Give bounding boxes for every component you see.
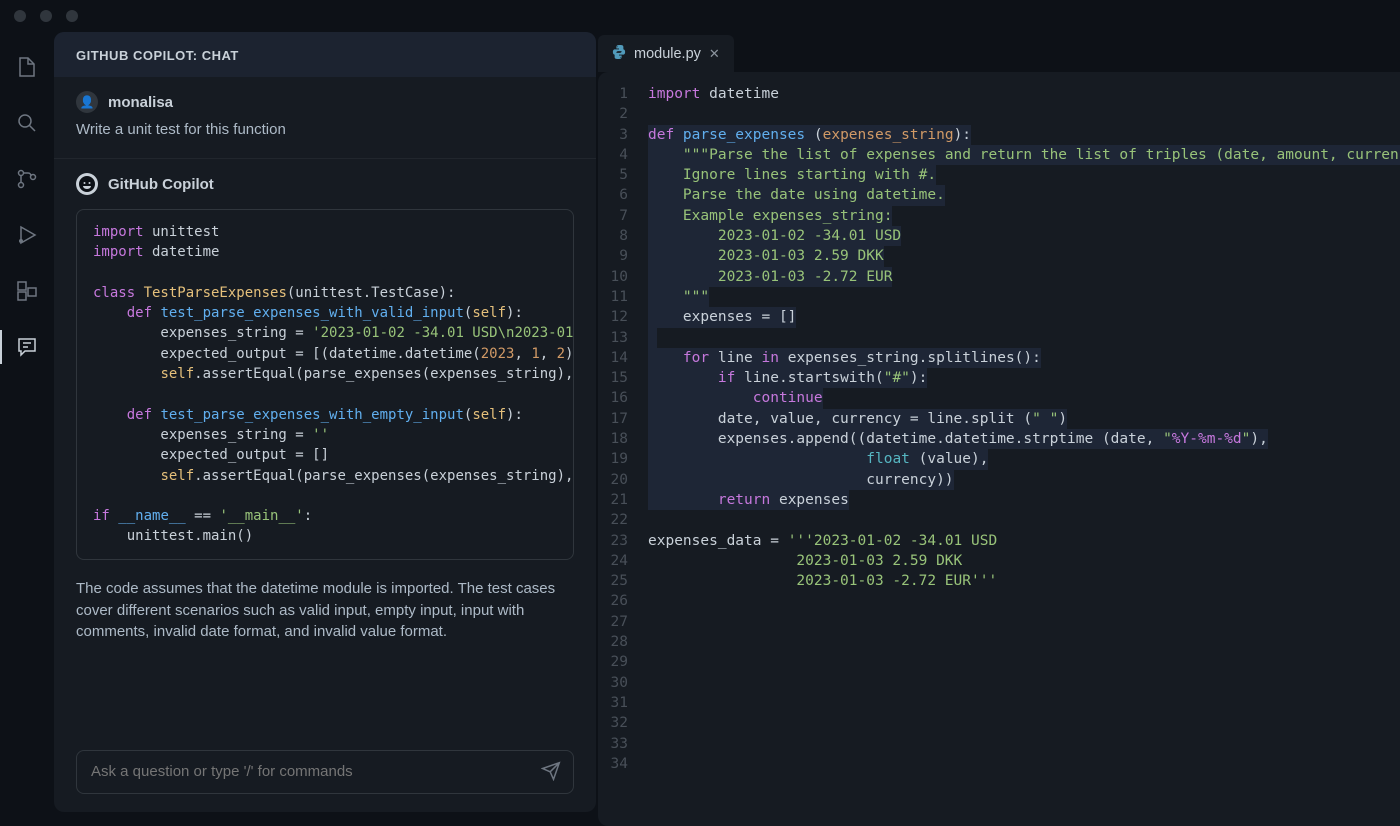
divider [54, 158, 596, 159]
line-number: 9 [598, 246, 628, 266]
line-number: 15 [598, 368, 628, 388]
editor-tab[interactable]: module.py ✕ [598, 35, 734, 72]
line-number: 28 [598, 632, 628, 652]
chat-header: GITHUB COPILOT: CHAT [54, 32, 596, 77]
line-number: 16 [598, 388, 628, 408]
search-icon[interactable] [14, 110, 40, 136]
line-number: 33 [598, 734, 628, 754]
line-number: 12 [598, 307, 628, 327]
line-number: 3 [598, 125, 628, 145]
line-number: 26 [598, 591, 628, 611]
line-number: 8 [598, 226, 628, 246]
line-number: 20 [598, 470, 628, 490]
line-number: 27 [598, 612, 628, 632]
python-icon [612, 45, 626, 62]
line-number: 22 [598, 510, 628, 530]
line-number: 13 [598, 328, 628, 348]
line-number: 5 [598, 165, 628, 185]
line-number: 6 [598, 185, 628, 205]
close-icon[interactable]: ✕ [709, 46, 720, 62]
files-icon[interactable] [14, 54, 40, 80]
line-number: 7 [598, 206, 628, 226]
line-number: 14 [598, 348, 628, 368]
line-number: 10 [598, 267, 628, 287]
copilot-avatar [76, 173, 98, 195]
extensions-icon[interactable] [14, 278, 40, 304]
traffic-light-minimize[interactable] [40, 10, 52, 22]
tab-bar: module.py ✕ [598, 32, 1400, 72]
line-number: 2 [598, 104, 628, 124]
line-number: 32 [598, 713, 628, 733]
line-number: 24 [598, 551, 628, 571]
line-gutter: 1234567891011121314151617181920212223242… [598, 84, 648, 826]
chat-input[interactable] [91, 763, 525, 780]
debug-icon[interactable] [14, 222, 40, 248]
window-titlebar [0, 0, 1400, 32]
line-number: 18 [598, 429, 628, 449]
git-icon[interactable] [14, 166, 40, 192]
line-number: 29 [598, 652, 628, 672]
traffic-light-close[interactable] [14, 10, 26, 22]
tab-filename: module.py [634, 46, 701, 62]
line-number: 31 [598, 693, 628, 713]
line-number: 17 [598, 409, 628, 429]
assistant-code-block[interactable]: import unittestimport datetime class Tes… [76, 209, 574, 560]
traffic-light-maximize[interactable] [66, 10, 78, 22]
assistant-explanation: The code assumes that the datetime modul… [76, 578, 574, 643]
line-number: 30 [598, 673, 628, 693]
send-icon[interactable] [541, 761, 561, 786]
assistant-name: GitHub Copilot [108, 176, 214, 193]
line-number: 23 [598, 531, 628, 551]
line-number: 1 [598, 84, 628, 104]
user-message: Write a unit test for this function [76, 121, 574, 138]
editor-area: module.py ✕ 1234567891011121314151617181… [598, 32, 1400, 826]
activity-bar [0, 32, 54, 826]
code-editor[interactable]: 1234567891011121314151617181920212223242… [598, 72, 1400, 826]
line-number: 19 [598, 449, 628, 469]
line-number: 11 [598, 287, 628, 307]
line-number: 21 [598, 490, 628, 510]
line-number: 4 [598, 145, 628, 165]
line-number: 34 [598, 754, 628, 774]
code-content[interactable]: import datetime def parse_expenses (expe… [648, 84, 1400, 826]
user-avatar: 👤 [76, 91, 98, 113]
user-name: monalisa [108, 94, 173, 111]
line-number: 25 [598, 571, 628, 591]
copilot-chat-panel: GITHUB COPILOT: CHAT 👤 monalisa Write a … [54, 32, 596, 812]
chat-input-container [76, 750, 574, 794]
chat-icon[interactable] [14, 334, 40, 360]
